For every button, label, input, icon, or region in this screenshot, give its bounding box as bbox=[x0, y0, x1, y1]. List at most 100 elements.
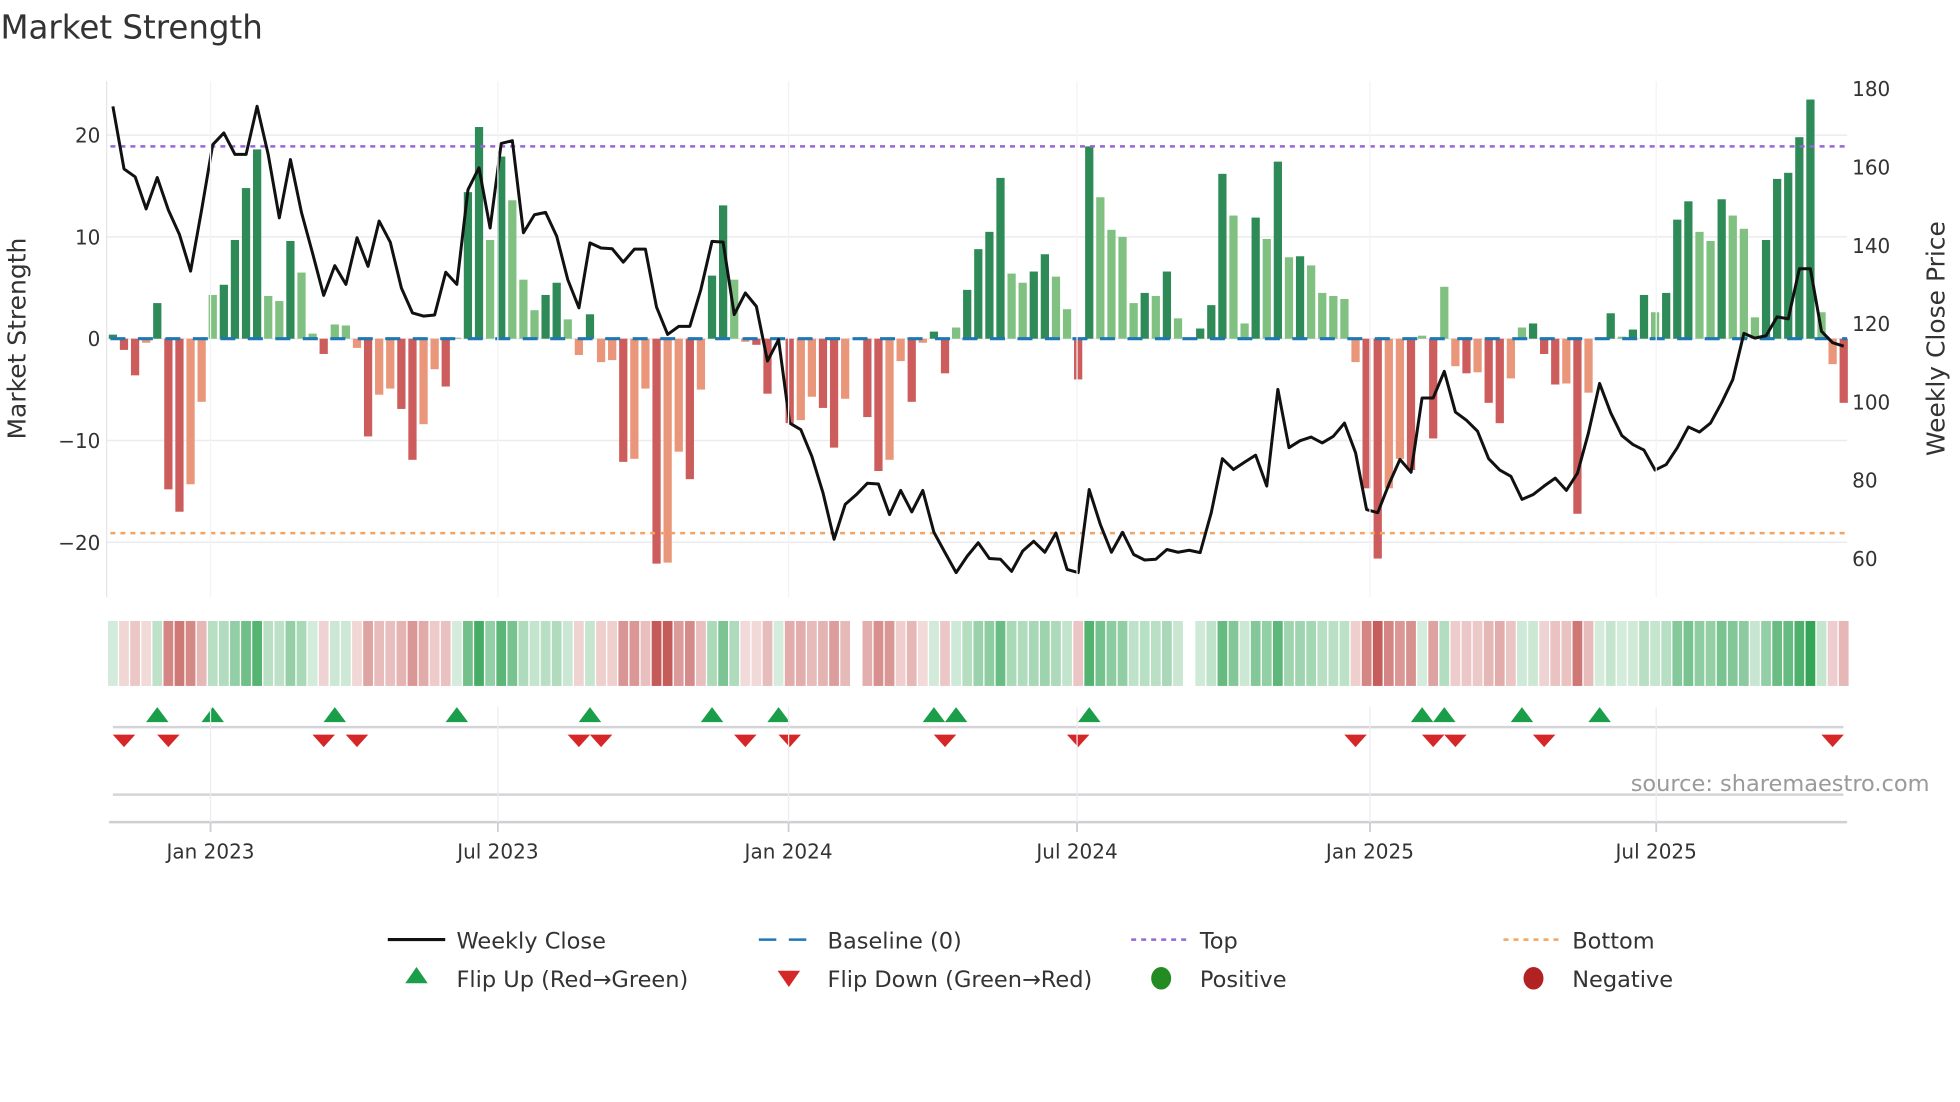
strip-cell bbox=[329, 620, 340, 686]
strength-bar bbox=[375, 338, 384, 395]
strength-bar bbox=[1318, 292, 1327, 339]
strip-cell bbox=[585, 620, 595, 686]
strip-cell bbox=[1661, 620, 1672, 686]
strip-cell bbox=[973, 620, 984, 686]
strength-bar bbox=[1307, 265, 1316, 339]
strength-bar bbox=[363, 338, 373, 437]
strip-cell bbox=[940, 620, 950, 686]
y2-tick-label: 60 bbox=[1852, 547, 1877, 571]
legend-item-positive: Positive bbox=[1151, 967, 1287, 993]
flip-down-marker bbox=[345, 734, 369, 748]
strength-bar bbox=[485, 239, 495, 339]
strip-cell bbox=[596, 620, 606, 686]
strip-cell bbox=[1761, 620, 1771, 686]
y-tick-label: 10 bbox=[75, 225, 100, 249]
strength-bar bbox=[630, 338, 639, 459]
flip-markers bbox=[112, 707, 1844, 796]
strip-cell bbox=[1517, 620, 1527, 686]
strip-cell bbox=[108, 620, 118, 686]
flip-up-marker bbox=[1078, 707, 1101, 723]
strength-bar bbox=[1284, 257, 1294, 339]
strength-bar bbox=[1329, 295, 1338, 339]
x-tick-label: Jul 2024 bbox=[1034, 839, 1117, 863]
strength-bar bbox=[1207, 305, 1216, 339]
flip-down-marker bbox=[933, 734, 957, 748]
strip-cell bbox=[1173, 620, 1183, 686]
legend-label: Positive bbox=[1200, 967, 1287, 993]
strip-cell bbox=[418, 620, 429, 686]
strip-cell bbox=[673, 620, 684, 686]
strength-bar bbox=[1506, 338, 1515, 379]
strength-bar bbox=[1551, 338, 1560, 385]
strength-bar bbox=[1129, 303, 1138, 339]
strip-cell bbox=[352, 620, 362, 686]
strength-bar bbox=[608, 338, 617, 361]
y2-tick-label: 100 bbox=[1852, 390, 1890, 414]
strength-bar bbox=[419, 338, 428, 425]
strength-bar bbox=[1373, 338, 1382, 559]
strip-cell bbox=[1650, 620, 1660, 686]
strength-bar bbox=[1639, 294, 1649, 339]
strength-bar bbox=[508, 200, 517, 339]
strip-cell bbox=[1406, 620, 1416, 686]
strength-bar bbox=[796, 338, 805, 421]
strip-cell bbox=[1117, 620, 1128, 686]
strip-cell bbox=[795, 620, 806, 686]
strip-cell bbox=[840, 620, 851, 686]
strip-cell bbox=[1051, 620, 1061, 686]
flip-up-marker bbox=[922, 707, 946, 723]
strength-bar bbox=[1440, 286, 1449, 339]
strength-bar bbox=[1273, 161, 1282, 339]
strip-cell bbox=[451, 620, 462, 686]
flip-up-marker bbox=[944, 707, 968, 723]
strip-cell bbox=[374, 620, 385, 686]
strip-cell bbox=[1295, 620, 1305, 686]
strength-bar bbox=[896, 338, 905, 362]
strip-cell bbox=[1028, 620, 1039, 686]
strip-cell bbox=[296, 620, 307, 686]
y-tick-label: −20 bbox=[58, 531, 100, 555]
legend-item-flip_up: Flip Up (Red→Green) bbox=[405, 967, 688, 993]
y2-axis-title: Weekly Close Price bbox=[1922, 221, 1951, 456]
y-tick-label: 0 bbox=[88, 327, 101, 351]
strip-cell bbox=[1162, 620, 1172, 686]
strip-cell bbox=[1716, 620, 1727, 686]
strip-cell bbox=[884, 620, 895, 686]
legend-label: Top bbox=[1199, 928, 1238, 954]
strip-cell bbox=[252, 620, 263, 686]
strength-bar bbox=[1528, 323, 1538, 339]
y2-tick-label: 180 bbox=[1852, 77, 1890, 101]
strength-bar bbox=[408, 338, 417, 460]
strength-bar bbox=[1240, 323, 1249, 339]
strength-bar bbox=[907, 338, 916, 402]
y2-tick-label: 140 bbox=[1852, 234, 1890, 258]
strength-bar bbox=[1728, 215, 1737, 339]
strength-bar bbox=[1251, 217, 1260, 339]
strength-bar bbox=[1151, 295, 1160, 339]
x-tick-label: Jan 2025 bbox=[1324, 839, 1414, 863]
strip-cell bbox=[1461, 620, 1472, 686]
strength-bar bbox=[297, 272, 306, 339]
strip-cell bbox=[618, 620, 629, 686]
strength-bar bbox=[1340, 299, 1349, 339]
x-tick-label: Jul 2023 bbox=[455, 839, 538, 863]
strip-cell bbox=[1705, 620, 1716, 686]
circle-icon bbox=[1523, 967, 1544, 990]
strip-cell bbox=[895, 620, 906, 686]
strip-cell bbox=[662, 620, 673, 686]
strength-bar bbox=[1706, 241, 1715, 339]
strip-cell bbox=[1350, 620, 1361, 686]
strip-cell bbox=[762, 620, 773, 686]
strength-bar bbox=[208, 294, 217, 339]
strength-bar bbox=[841, 338, 850, 399]
strength-bar bbox=[685, 338, 694, 480]
legend-item-top: Top bbox=[1131, 928, 1238, 954]
strip-cell bbox=[218, 620, 229, 686]
strip-cell bbox=[1439, 620, 1450, 686]
strip-cell bbox=[629, 620, 640, 686]
strength-bar bbox=[164, 338, 173, 490]
strip-cell bbox=[562, 620, 573, 686]
strip-cell bbox=[1306, 620, 1317, 686]
strength-heat-strip bbox=[108, 620, 1849, 686]
strength-bar bbox=[319, 338, 328, 354]
